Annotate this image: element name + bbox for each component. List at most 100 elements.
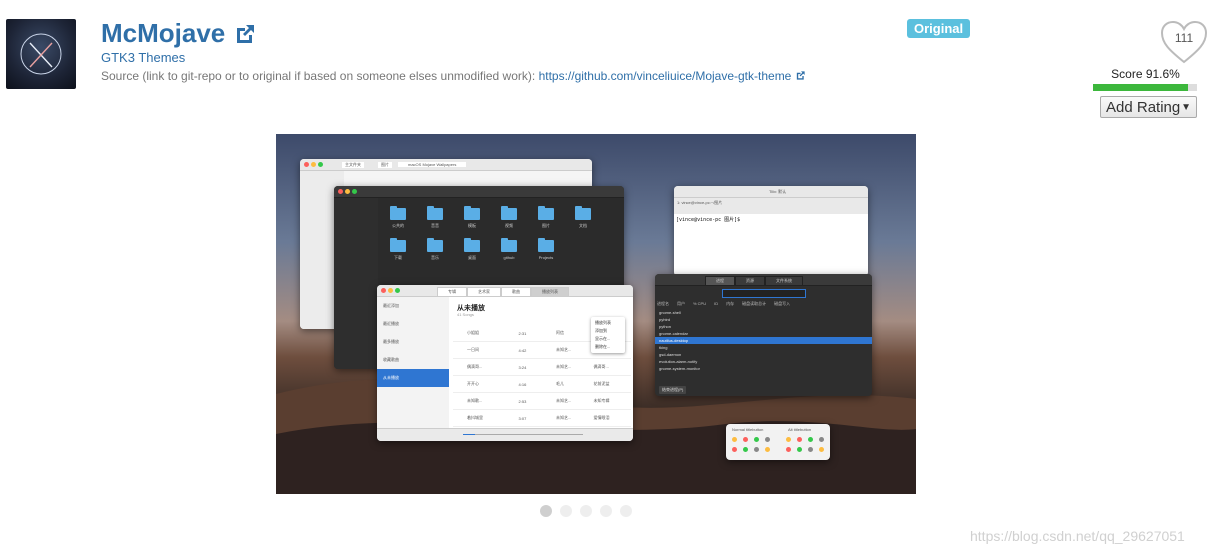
close-icon[interactable] xyxy=(381,288,386,293)
music-tab[interactable]: 歌曲 xyxy=(501,287,531,297)
sysmon-col-header[interactable]: % CPU xyxy=(693,301,706,307)
sysmon-col-header[interactable]: 磁盘写入 xyxy=(774,301,790,307)
process-row[interactable]: gnome-shell xyxy=(655,309,872,316)
source-link[interactable]: https://github.com/vinceliuice/Mojave-gt… xyxy=(539,69,792,83)
carousel-dot[interactable] xyxy=(620,505,632,517)
external-link-icon[interactable] xyxy=(233,22,257,46)
titlebutton-sample xyxy=(754,447,759,452)
music-tab[interactable]: 专辑 xyxy=(437,287,467,297)
sysmon-tab[interactable]: 资源 xyxy=(735,276,765,286)
process-row[interactable]: pyhtrd xyxy=(655,316,872,323)
source-line: Source (link to git-repo or to original … xyxy=(101,69,806,83)
terminal-body[interactable]: [vince@vince-pc 图片]$ xyxy=(674,214,868,276)
minimize-icon[interactable] xyxy=(311,162,316,167)
process-row[interactable]: python xyxy=(655,323,872,330)
sysmon-col-header[interactable]: 进程名 xyxy=(657,301,669,307)
add-rating-select[interactable]: Add Rating ▼ xyxy=(1100,96,1197,118)
process-row[interactable]: gnome-calendar xyxy=(655,330,872,337)
maximize-icon[interactable] xyxy=(395,288,400,293)
finder-tab-2[interactable]: 图片 xyxy=(378,162,392,168)
sysmon-col-header[interactable]: 磁盘读取总计 xyxy=(742,301,766,307)
carousel-dot[interactable] xyxy=(580,505,592,517)
song-row[interactable]: 偶滴哥... 3:24 未知艺... 偶滴哥... xyxy=(453,359,631,376)
progress-track[interactable] xyxy=(463,434,583,435)
popup-item[interactable]: 添加到 xyxy=(591,327,625,335)
sysmon-search[interactable] xyxy=(722,289,806,298)
carousel-dot[interactable] xyxy=(540,505,552,517)
music-sidebar-item[interactable]: 最近播放 xyxy=(377,315,449,333)
song-cell: 2:31 xyxy=(518,330,527,336)
song-cell: 3:24 xyxy=(518,364,527,370)
minimize-icon[interactable] xyxy=(345,189,350,194)
sysmon-tab[interactable]: 文件系统 xyxy=(765,276,803,286)
music-sidebar-item[interactable]: 最近添加 xyxy=(377,297,449,315)
folder-icon[interactable] xyxy=(464,206,480,220)
window-titlebar: 主文件夹 图片 macOS Mojave Wallpapers xyxy=(300,159,592,171)
process-row[interactable]: gnome-system-monitor xyxy=(655,365,872,372)
song-row[interactable]: 未知歌... 2:53 未知艺... 未知专辑 xyxy=(453,393,631,410)
close-icon[interactable] xyxy=(304,162,309,167)
sidebar-item[interactable] xyxy=(303,172,341,181)
add-rating-label: Add Rating xyxy=(1106,98,1181,116)
music-sidebar-item[interactable]: 从未播放 xyxy=(377,369,449,387)
carousel-dot[interactable] xyxy=(560,505,572,517)
end-process-button[interactable]: 结束进程(P) xyxy=(659,386,687,394)
category-link[interactable]: GTK3 Themes xyxy=(101,50,185,65)
folder-icon[interactable] xyxy=(501,238,517,252)
folder-icon[interactable] xyxy=(538,206,554,220)
folder-label: 视频 xyxy=(505,223,513,228)
popup-item[interactable]: 播放列表 xyxy=(591,319,625,327)
folder-icon[interactable] xyxy=(427,238,443,252)
mojave-x-icon xyxy=(20,33,62,75)
song-cell: 偶滴哥... xyxy=(467,364,483,369)
folder-icon[interactable] xyxy=(390,238,406,252)
process-row[interactable]: tking xyxy=(655,344,872,351)
folder-icon[interactable] xyxy=(575,206,591,220)
song-cell: 花前泥盆 xyxy=(593,381,610,386)
folder-icon[interactable] xyxy=(538,238,554,252)
external-link-small-icon[interactable] xyxy=(795,70,806,81)
theme-screenshot[interactable]: 主文件夹 图片 macOS Mojave Wallpapers 公共的 音音 模板 视… xyxy=(276,134,916,494)
popup-item[interactable]: 删除在... xyxy=(591,343,625,351)
music-tab[interactable]: 播放列表 xyxy=(531,287,569,297)
sysmon-tab[interactable]: 进程 xyxy=(705,276,735,286)
terminal-window[interactable]: Tilix: 默认 1: vince@vince-pc:~/图片 [vince@… xyxy=(674,186,868,276)
sysmon-col-header[interactable]: 内存 xyxy=(726,301,734,307)
maximize-icon[interactable] xyxy=(352,189,357,194)
music-sidebar-item[interactable]: 最多播放 xyxy=(377,333,449,351)
music-tab[interactable]: 艺术家 xyxy=(467,287,501,297)
sysmon-col-header[interactable]: 用户 xyxy=(677,301,685,307)
titlebutton-sample xyxy=(765,447,770,452)
process-row[interactable]: gsd-daemon xyxy=(655,351,872,358)
app-logo xyxy=(6,19,76,89)
close-icon[interactable] xyxy=(338,189,343,194)
folder-label: 音音 xyxy=(431,223,439,228)
music-player-window[interactable]: 专辑 艺术家 歌曲 播放列表 最近添加 最近播放 最多播放 收藏歌曲 从未播放 从未播放 41… xyxy=(377,285,633,441)
process-row[interactable]: evolution-alarm-notify xyxy=(655,358,872,365)
song-cell: 4:42 xyxy=(518,347,527,353)
folder-icon[interactable] xyxy=(464,238,480,252)
sysmon-col-header[interactable]: ID xyxy=(714,301,718,307)
progress-fill xyxy=(463,434,475,435)
maximize-icon[interactable] xyxy=(318,162,323,167)
folder-icon[interactable] xyxy=(501,206,517,220)
titlebutton-demo: Normal titlebutton Alt titlebutton xyxy=(726,424,830,460)
folder-icon[interactable] xyxy=(390,206,406,220)
titlebutton-sample xyxy=(808,437,813,442)
carousel-dot[interactable] xyxy=(600,505,612,517)
minimize-icon[interactable] xyxy=(388,288,393,293)
music-tabs: 专辑 艺术家 歌曲 播放列表 xyxy=(437,287,569,297)
music-sidebar-item[interactable]: 收藏歌曲 xyxy=(377,351,449,369)
titlebutton-sample xyxy=(808,447,813,452)
folder-icon[interactable] xyxy=(427,206,443,220)
terminal-title: Tilix: 默认 xyxy=(769,189,787,194)
popup-item[interactable]: 显示在... xyxy=(591,335,625,343)
finder-path[interactable]: macOS Mojave Wallpapers xyxy=(398,162,467,167)
song-row[interactable]: 开开心 4:16 毛儿 花前泥盆 xyxy=(453,376,631,393)
process-row[interactable]: nautilus-desktop xyxy=(655,337,872,344)
system-monitor-window[interactable]: 进程 资源 文件系统 进程名 用户 % CPU ID 内存 磁盘读取总计 磁盘写入 gnome-… xyxy=(655,274,872,396)
context-popup: 播放列表 添加到 显示在... 删除在... xyxy=(591,317,625,353)
song-row[interactable]: 着抖城里 3:07 未知艺... 爱情眼泪 xyxy=(453,410,631,427)
finder-tab[interactable]: 主文件夹 xyxy=(342,162,364,168)
song-cell: 爱情眼泪 xyxy=(593,415,610,420)
